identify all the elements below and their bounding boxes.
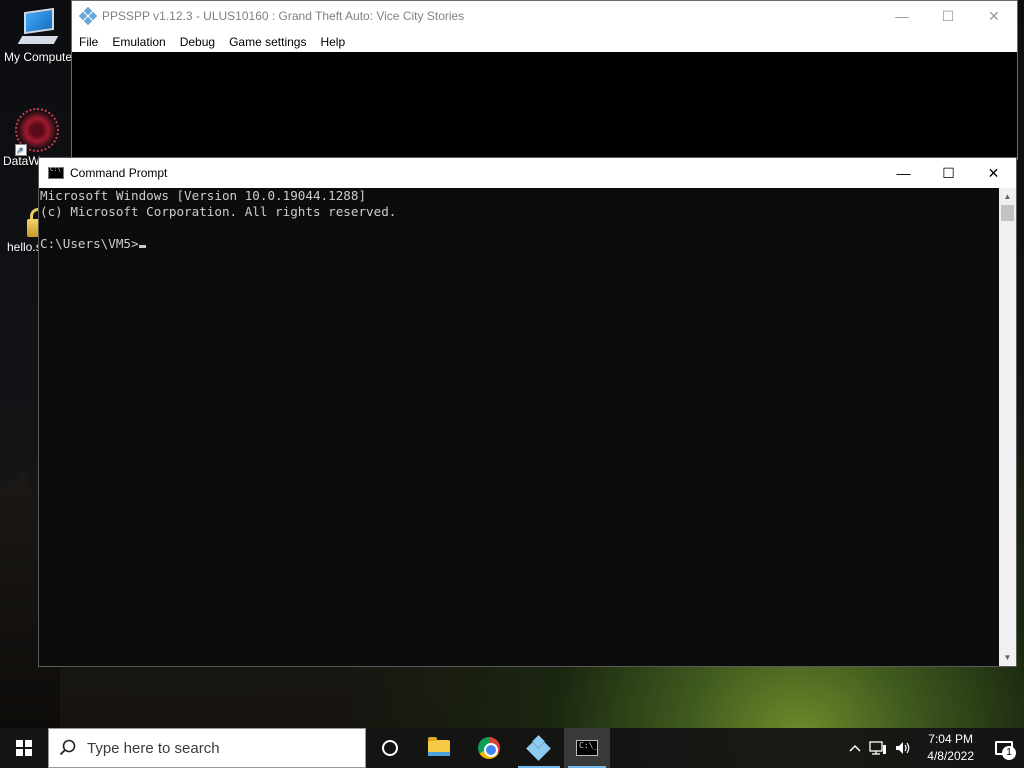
- minimize-button[interactable]: —: [879, 1, 925, 31]
- cmd-title-bar[interactable]: Command Prompt — ☐ ✕: [39, 158, 1016, 188]
- console-line: Microsoft Windows [Version 10.0.19044.12…: [40, 188, 367, 203]
- console-prompt: C:\Users\VM5>: [40, 236, 139, 251]
- ppsspp-window: PPSSPP v1.12.3 - ULUS10160 : Grand Theft…: [71, 0, 1018, 160]
- volume-icon[interactable]: [891, 741, 917, 755]
- menu-game-settings[interactable]: Game settings: [222, 35, 313, 49]
- ppsspp-menu-bar: File Emulation Debug Game settings Help: [72, 31, 1017, 52]
- clock-time: 7:04 PM: [928, 732, 973, 746]
- ppsspp-icon: [526, 735, 551, 761]
- start-button[interactable]: [0, 728, 48, 768]
- command-prompt-icon: C:\_: [576, 740, 598, 756]
- search-icon: [49, 739, 87, 757]
- menu-debug[interactable]: Debug: [173, 35, 222, 49]
- console-output[interactable]: Microsoft Windows [Version 10.0.19044.12…: [39, 188, 999, 666]
- search-placeholder: Type here to search: [87, 739, 220, 757]
- console-line: (c) Microsoft Corporation. All rights re…: [40, 204, 397, 219]
- scroll-up-icon[interactable]: ▲: [999, 188, 1016, 205]
- taskbar-chrome[interactable]: [464, 728, 514, 768]
- taskbar-ppsspp[interactable]: [514, 728, 564, 768]
- search-box[interactable]: Type here to search: [48, 728, 366, 768]
- network-icon[interactable]: [865, 741, 891, 755]
- desktop-icon-my-computer[interactable]: My Compute: [2, 7, 74, 64]
- ppsspp-logo-icon: [78, 6, 98, 26]
- maximize-button[interactable]: ☐: [926, 158, 971, 188]
- text-cursor: [138, 245, 146, 248]
- minimize-button[interactable]: —: [881, 158, 926, 188]
- windows-logo-icon: [16, 740, 32, 756]
- command-prompt-window: Command Prompt — ☐ ✕ Microsoft Windows […: [38, 157, 1017, 667]
- taskbar-file-explorer[interactable]: [414, 728, 464, 768]
- clock-date: 4/8/2022: [927, 749, 974, 763]
- file-explorer-icon: [428, 737, 450, 756]
- vertical-scrollbar[interactable]: ▲ ▼: [999, 188, 1016, 666]
- chrome-icon: [478, 737, 500, 759]
- menu-file[interactable]: File: [72, 35, 105, 49]
- close-button[interactable]: ✕: [971, 158, 1016, 188]
- close-button[interactable]: ✕: [971, 1, 1017, 31]
- menu-help[interactable]: Help: [313, 35, 352, 49]
- scrollbar-thumb[interactable]: [1001, 205, 1014, 221]
- scroll-down-icon[interactable]: ▼: [999, 649, 1016, 666]
- cortana-icon: [382, 740, 398, 756]
- dataw-app-icon: ↗: [15, 108, 59, 156]
- computer-icon: [17, 7, 59, 48]
- system-tray: 7:04 PM 4/8/2022 1: [845, 728, 1024, 768]
- show-hidden-icons-icon[interactable]: [845, 744, 865, 752]
- notification-badge: 1: [1002, 746, 1016, 760]
- ppsspp-title: PPSSPP v1.12.3 - ULUS10160 : Grand Theft…: [102, 9, 465, 23]
- cmd-title: Command Prompt: [70, 166, 168, 180]
- desktop-icon-label: My Compute: [3, 50, 73, 64]
- maximize-button[interactable]: ☐: [925, 1, 971, 31]
- command-prompt-icon: [48, 166, 64, 179]
- taskbar-cortana[interactable]: [366, 728, 414, 768]
- action-center-button[interactable]: 1: [984, 728, 1024, 768]
- desktop-icon-label: DataW: [3, 154, 40, 168]
- taskbar-command-prompt[interactable]: C:\_: [564, 728, 610, 768]
- console-prompt-line: C:\Users\VM5>: [40, 236, 999, 252]
- desktop-icon-label: hello.s: [7, 240, 42, 254]
- menu-emulation[interactable]: Emulation: [105, 35, 172, 49]
- taskbar: Type here to search C:\_ 7:04 PM 4/8/202…: [0, 728, 1024, 768]
- ppsspp-title-bar[interactable]: PPSSPP v1.12.3 - ULUS10160 : Grand Theft…: [72, 1, 1017, 31]
- ppsspp-game-screen[interactable]: [72, 52, 1017, 159]
- clock[interactable]: 7:04 PM 4/8/2022: [917, 731, 984, 765]
